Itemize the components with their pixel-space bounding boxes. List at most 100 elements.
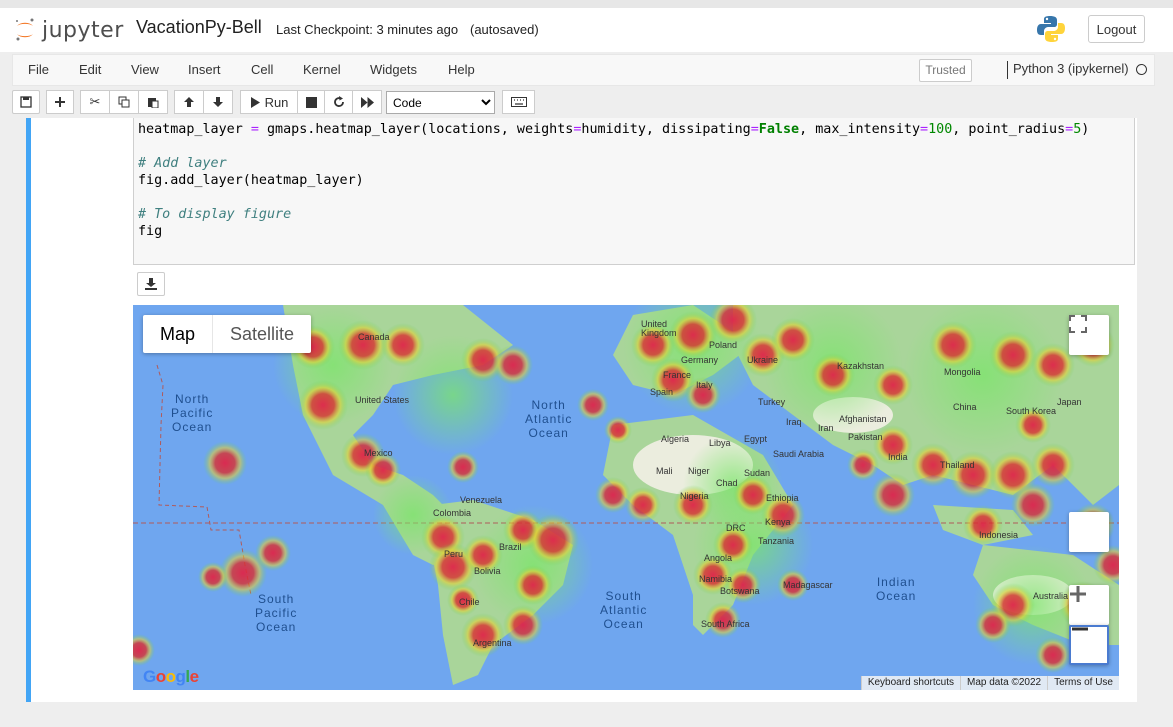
map-label-libya: Libya: [709, 438, 731, 448]
keyboard-icon: [510, 97, 527, 107]
code-comment-display: # To display figure: [138, 207, 292, 222]
kernel-name[interactable]: Python 3 (ipykernel): [1007, 61, 1129, 79]
ocean-label-north-pacific: North Pacific Ocean: [171, 392, 214, 434]
zoom-out-icon: [1072, 627, 1088, 631]
map-label-japan: Japan: [1057, 397, 1082, 407]
map-type-map-button[interactable]: Map: [143, 315, 214, 353]
map-label-botswana: Botswana: [720, 586, 760, 596]
code-text: heatmap_layer = gmaps.heatmap_layer(loca…: [138, 122, 1090, 137]
menu-help[interactable]: Help: [448, 62, 475, 77]
code-comment-add-layer: # Add layer: [138, 156, 227, 171]
fullscreen-icon: [1069, 315, 1087, 333]
map-data-text: Map data ©2022: [960, 676, 1048, 690]
kernel-idle-indicator-icon: [1136, 64, 1147, 75]
map-label-angola: Angola: [704, 553, 733, 563]
map-label-venezuela: Venezuela: [460, 495, 503, 505]
stop-icon: [305, 96, 317, 108]
map-label-bolivia: Bolivia: [474, 566, 501, 576]
command-palette-button[interactable]: [502, 90, 535, 114]
map-label-iran: Iran: [818, 423, 834, 433]
map-label-united-kingdom: United Kingdom: [641, 319, 677, 338]
arrow-down-icon: [213, 97, 223, 107]
map-label-mongolia: Mongolia: [944, 367, 981, 377]
code-editor[interactable]: heatmap_layer = gmaps.heatmap_layer(loca…: [133, 118, 1135, 265]
trusted-indicator[interactable]: Trusted: [919, 59, 972, 82]
map-label-chile: Chile: [459, 597, 480, 607]
notebook-header: jupyter VacationPy-Bell Last Checkpoint:…: [0, 0, 1173, 52]
map-label-peru: Peru: [444, 549, 464, 559]
code-line-fig: fig: [138, 224, 163, 239]
map-label-saudi-arabia: Saudi Arabia: [773, 449, 825, 459]
cell-type-select[interactable]: Code: [386, 91, 495, 114]
logout-button[interactable]: Logout: [1088, 15, 1145, 43]
zoom-in-icon: [1070, 586, 1086, 602]
keyboard-shortcuts-link[interactable]: Keyboard shortcuts: [860, 676, 960, 690]
terms-of-use-link[interactable]: Terms of Use: [1047, 676, 1119, 690]
code-line-add-layer: fig.add_layer(heatmap_layer): [138, 173, 364, 188]
run-button[interactable]: Run: [240, 90, 298, 114]
download-icon: [145, 278, 157, 290]
paste-button[interactable]: [138, 90, 168, 114]
map-label-kazakhstan: Kazakhstan: [837, 361, 885, 371]
jupyter-logo[interactable]: jupyter: [14, 14, 124, 46]
arrow-up-icon: [184, 97, 194, 107]
google-logo[interactable]: Google: [143, 667, 199, 687]
map-label-chad: Chad: [716, 478, 738, 488]
map-label-tanzania: Tanzania: [758, 536, 795, 546]
menu-insert[interactable]: Insert: [188, 62, 221, 77]
copy-icon: [118, 96, 130, 108]
insert-cell-button[interactable]: [46, 90, 74, 114]
toolbar: ✂ Run Code: [12, 90, 1155, 118]
menu-kernel[interactable]: Kernel: [303, 62, 341, 77]
jupyter-logo-icon: [16, 18, 34, 41]
move-down-button[interactable]: [203, 90, 233, 114]
restart-button[interactable]: [324, 90, 353, 114]
map-label-spain: Spain: [650, 387, 674, 397]
restart-icon: [333, 96, 344, 107]
menu-cell[interactable]: Cell: [251, 62, 273, 77]
map-label-argentina: Argentina: [473, 638, 512, 648]
map-type-satellite-button[interactable]: Satellite: [213, 315, 311, 353]
map-label-india: India: [888, 452, 908, 462]
save-button[interactable]: [12, 90, 40, 114]
map-label-sudan: Sudan: [744, 468, 771, 478]
map-label-iraq: Iraq: [786, 417, 802, 427]
map-label-madagascar: Madagascar: [783, 580, 833, 590]
interrupt-button[interactable]: [297, 90, 325, 114]
code-line-heatmap: heatmap_layer = gmaps.heatmap_layer(loca…: [138, 122, 1089, 137]
street-view-button[interactable]: [1069, 512, 1109, 552]
map-label-pakistan: Pakistan: [848, 432, 883, 442]
map-label-canada: Canada: [358, 332, 390, 342]
map-label-indonesia: Indonesia: [979, 530, 1019, 540]
save-icon: [20, 96, 32, 108]
restart-run-all-button[interactable]: [352, 90, 382, 114]
zoom-in-button[interactable]: [1069, 585, 1109, 625]
map-label-namibia: Namibia: [699, 574, 733, 584]
menu-file[interactable]: File: [28, 62, 49, 77]
menu-view[interactable]: View: [131, 62, 159, 77]
heatmap-figure[interactable]: North Pacific Ocean North Atlantic Ocean…: [133, 305, 1119, 690]
copy-button[interactable]: [109, 90, 139, 114]
menu-widgets[interactable]: Widgets: [370, 62, 417, 77]
autosave-status: (autosaved): [470, 22, 539, 37]
download-button[interactable]: [137, 272, 165, 296]
notebook-name[interactable]: VacationPy-Bell: [136, 17, 262, 38]
menubar: File Edit View Insert Cell Kernel Widget…: [12, 54, 1155, 86]
fast-forward-icon: [360, 96, 374, 108]
menu-edit[interactable]: Edit: [79, 62, 101, 77]
plus-icon: [55, 97, 65, 107]
map-label-thailand: Thailand: [940, 460, 975, 470]
map-label-south-korea: South Korea: [1006, 406, 1057, 416]
map-label-poland: Poland: [709, 340, 738, 350]
zoom-out-button[interactable]: [1069, 625, 1109, 665]
map-label-kenya: Kenya: [765, 517, 791, 527]
brand-name: jupyter: [42, 17, 124, 43]
map-label-australia: Australia: [1033, 591, 1069, 601]
map-label-south-africa: South Africa: [701, 619, 750, 629]
map-label-turkey: Turkey: [758, 397, 786, 407]
cut-button[interactable]: ✂: [80, 90, 110, 114]
fullscreen-button[interactable]: [1069, 315, 1109, 355]
move-up-button[interactable]: [174, 90, 204, 114]
map-label-afghanistan: Afghanistan: [839, 414, 887, 424]
map-label-united-states: United States: [355, 395, 410, 405]
